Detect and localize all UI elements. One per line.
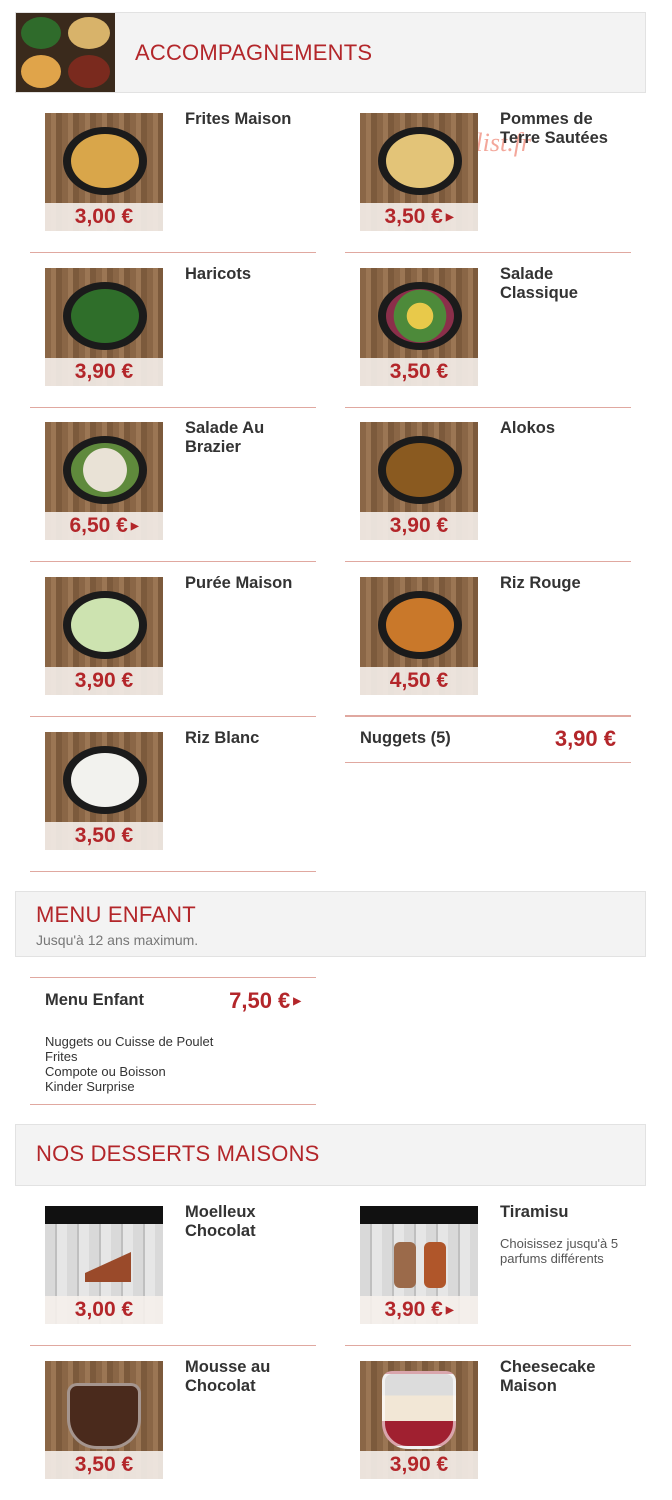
item-photo: 3,50 € bbox=[45, 1361, 163, 1479]
item-photo: 3,00 € bbox=[45, 113, 163, 231]
item-price: 3,90 € bbox=[45, 358, 163, 386]
section-thumbnail bbox=[16, 13, 115, 92]
menu-item[interactable]: 6,50 € ▶ Salade Au Brazier bbox=[30, 419, 316, 562]
item-name: Purée Maison bbox=[185, 574, 293, 592]
section-subtitle: Jusqu'à 12 ans maximum. bbox=[36, 932, 199, 948]
item-name: Riz Rouge bbox=[500, 574, 581, 592]
item-photo: 3,90 € ▶ bbox=[360, 1206, 478, 1324]
item-price: 3,90 € bbox=[360, 1451, 478, 1479]
menu-item[interactable]: 3,00 € Frites Maison bbox=[30, 110, 316, 253]
item-price: 3,50 € bbox=[45, 1451, 163, 1479]
item-name: Alokos bbox=[500, 419, 556, 437]
menu-enfant-item[interactable]: Menu Enfant 7,50 € ▶ Nuggets ou Cuisse de… bbox=[30, 977, 316, 1105]
chevron-right-icon[interactable]: ▶ bbox=[131, 521, 139, 532]
item-price: 3,00 € bbox=[45, 203, 163, 231]
item-photo: 3,50 € bbox=[45, 732, 163, 850]
item-name: Frites Maison bbox=[185, 110, 292, 128]
item-name: Cheesecake Maison bbox=[500, 1358, 596, 1395]
item-price: 6,50 € ▶ bbox=[45, 512, 163, 540]
item-photo: 6,50 € ▶ bbox=[45, 422, 163, 540]
description-line: Compote ou Boisson bbox=[45, 1064, 166, 1079]
item-photo: 3,90 € bbox=[360, 422, 478, 540]
chevron-right-icon[interactable]: ▶ bbox=[446, 1305, 454, 1316]
menu-item[interactable]: 4,50 € Riz Rouge bbox=[345, 574, 631, 717]
item-name: Salade Classique bbox=[500, 265, 578, 302]
menu-item[interactable]: 3,50 € Mousse au Chocolat bbox=[30, 1358, 316, 1500]
item-price: 3,50 € ▶ bbox=[360, 203, 478, 231]
section-header-menu-enfant: MENU ENFANT Jusqu'à 12 ans maximum. bbox=[15, 891, 646, 957]
section-title: NOS DESSERTS MAISONS bbox=[36, 1141, 320, 1166]
item-name: Haricots bbox=[185, 265, 252, 283]
item-name: Riz Blanc bbox=[185, 729, 260, 747]
item-name: Pommes de Terre Sautées bbox=[500, 110, 608, 147]
chevron-right-icon[interactable]: ▶ bbox=[293, 996, 301, 1007]
item-description: Choisissez jusqu'à 5 parfums différents bbox=[500, 1236, 619, 1266]
chevron-right-icon[interactable]: ▶ bbox=[446, 212, 454, 223]
item-photo: 3,90 € bbox=[45, 577, 163, 695]
menu-item[interactable]: 3,50 € Salade Classique bbox=[345, 265, 631, 408]
item-name: Menu Enfant bbox=[45, 991, 144, 1009]
description-line: Nuggets ou Cuisse de Poulet bbox=[45, 1034, 214, 1049]
item-price: 3,90 € bbox=[360, 512, 478, 540]
menu-item[interactable]: 3,50 € ▶ Pommes de Terre Sautées bbox=[345, 110, 631, 253]
menu-item[interactable]: 3,90 € ▶ Tiramisu Choisissez jusqu'à 5 pa… bbox=[345, 1203, 631, 1346]
item-name: Nuggets (5) bbox=[360, 729, 451, 747]
section-title: ACCOMPAGNEMENTS bbox=[135, 40, 373, 65]
item-price: 3,50 € bbox=[360, 358, 478, 386]
item-price: 4,50 € bbox=[360, 667, 478, 695]
item-name: Salade Au Brazier bbox=[185, 419, 265, 456]
menu-item[interactable]: 3,90 € Purée Maison bbox=[30, 574, 316, 717]
item-name: Mousse au Chocolat bbox=[185, 1358, 271, 1395]
item-price: 3,50 € bbox=[45, 822, 163, 850]
menu-item[interactable]: Nuggets (5) 3,90 € bbox=[345, 715, 631, 763]
menu-item[interactable]: 3,90 € Cheesecake Maison bbox=[345, 1358, 631, 1500]
section-header-desserts: NOS DESSERTS MAISONS bbox=[15, 1124, 646, 1186]
item-name: Moelleux Chocolat bbox=[185, 1203, 256, 1240]
item-description: Nuggets ou Cuisse de Poulet Frites Compo… bbox=[45, 1034, 213, 1094]
item-price: 7,50 € ▶ bbox=[229, 988, 301, 1013]
item-photo: 3,50 € bbox=[360, 268, 478, 386]
menu-item[interactable]: 3,90 € Haricots bbox=[30, 265, 316, 408]
item-photo: 3,50 € ▶ bbox=[360, 113, 478, 231]
item-price: 3,90 € bbox=[45, 667, 163, 695]
item-photo: 3,90 € bbox=[45, 268, 163, 386]
item-name: Tiramisu bbox=[500, 1203, 569, 1221]
menu-item[interactable]: 3,00 € Moelleux Chocolat bbox=[30, 1203, 316, 1346]
item-photo: 3,00 € bbox=[45, 1206, 163, 1324]
description-line: Kinder Surprise bbox=[45, 1079, 135, 1094]
menu-item[interactable]: 3,50 € Riz Blanc bbox=[30, 729, 316, 872]
section-header-accompagnements: ACCOMPAGNEMENTS bbox=[15, 12, 646, 93]
section-title: MENU ENFANT bbox=[36, 902, 196, 927]
item-price: 3,90 € ▶ bbox=[360, 1296, 478, 1324]
item-price: 3,90 € bbox=[554, 726, 616, 751]
item-photo: 4,50 € bbox=[360, 577, 478, 695]
item-photo: 3,90 € bbox=[360, 1361, 478, 1479]
description-line: Frites bbox=[45, 1049, 78, 1064]
menu-item[interactable]: 3,90 € Alokos bbox=[345, 419, 631, 562]
item-price: 3,00 € bbox=[45, 1296, 163, 1324]
